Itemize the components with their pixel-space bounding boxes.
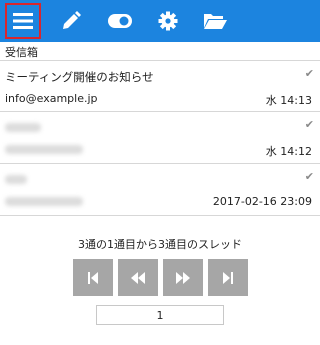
first-page-button[interactable] xyxy=(73,259,113,296)
toolbar xyxy=(0,0,320,42)
menu-button[interactable] xyxy=(5,3,41,39)
redacted-subject xyxy=(5,123,41,132)
read-check-icon: ✔ xyxy=(304,67,314,80)
pencil-icon xyxy=(63,11,81,29)
redacted-sender xyxy=(5,197,83,206)
skip-first-icon xyxy=(88,271,98,284)
message-date: 2017-02-16 23:09 xyxy=(212,195,312,208)
message-date: 水 14:13 xyxy=(265,94,312,107)
message-sender: info@example.jp xyxy=(5,92,98,105)
message-row[interactable]: 2017-02-16 23:09 ✔ xyxy=(0,164,320,216)
gear-icon xyxy=(158,11,178,31)
skip-last-icon xyxy=(223,271,233,284)
redacted-subject xyxy=(5,175,27,184)
previous-page-button[interactable] xyxy=(118,259,158,296)
folders-button[interactable] xyxy=(197,3,233,39)
message-subject: ミーティング開催のお知らせ xyxy=(5,70,154,84)
pager xyxy=(73,259,248,296)
last-page-button[interactable] xyxy=(208,259,248,296)
compose-button[interactable] xyxy=(53,3,89,39)
folder-icon xyxy=(204,14,227,29)
message-list: ミーティング開催のお知らせ info@example.jp 水 14:13 ✔ … xyxy=(0,60,320,216)
toggle-icon xyxy=(108,14,132,28)
fast-forward-icon xyxy=(176,271,190,284)
redacted-sender xyxy=(5,145,83,154)
message-row[interactable]: 水 14:12 ✔ xyxy=(0,112,320,164)
rewind-icon xyxy=(131,271,145,284)
read-check-icon: ✔ xyxy=(304,170,314,183)
message-date: 水 14:12 xyxy=(265,145,312,158)
folder-name: 受信箱 xyxy=(5,46,38,59)
next-page-button[interactable] xyxy=(163,259,203,296)
page-number-input[interactable] xyxy=(96,305,224,325)
settings-button[interactable] xyxy=(150,3,186,39)
thread-summary: 3通の1通目から3通目のスレッド xyxy=(78,238,242,251)
message-row[interactable]: ミーティング開催のお知らせ info@example.jp 水 14:13 ✔ xyxy=(0,60,320,112)
read-check-icon: ✔ xyxy=(304,118,314,131)
menu-icon xyxy=(13,13,33,29)
toggle-button[interactable] xyxy=(102,3,138,39)
